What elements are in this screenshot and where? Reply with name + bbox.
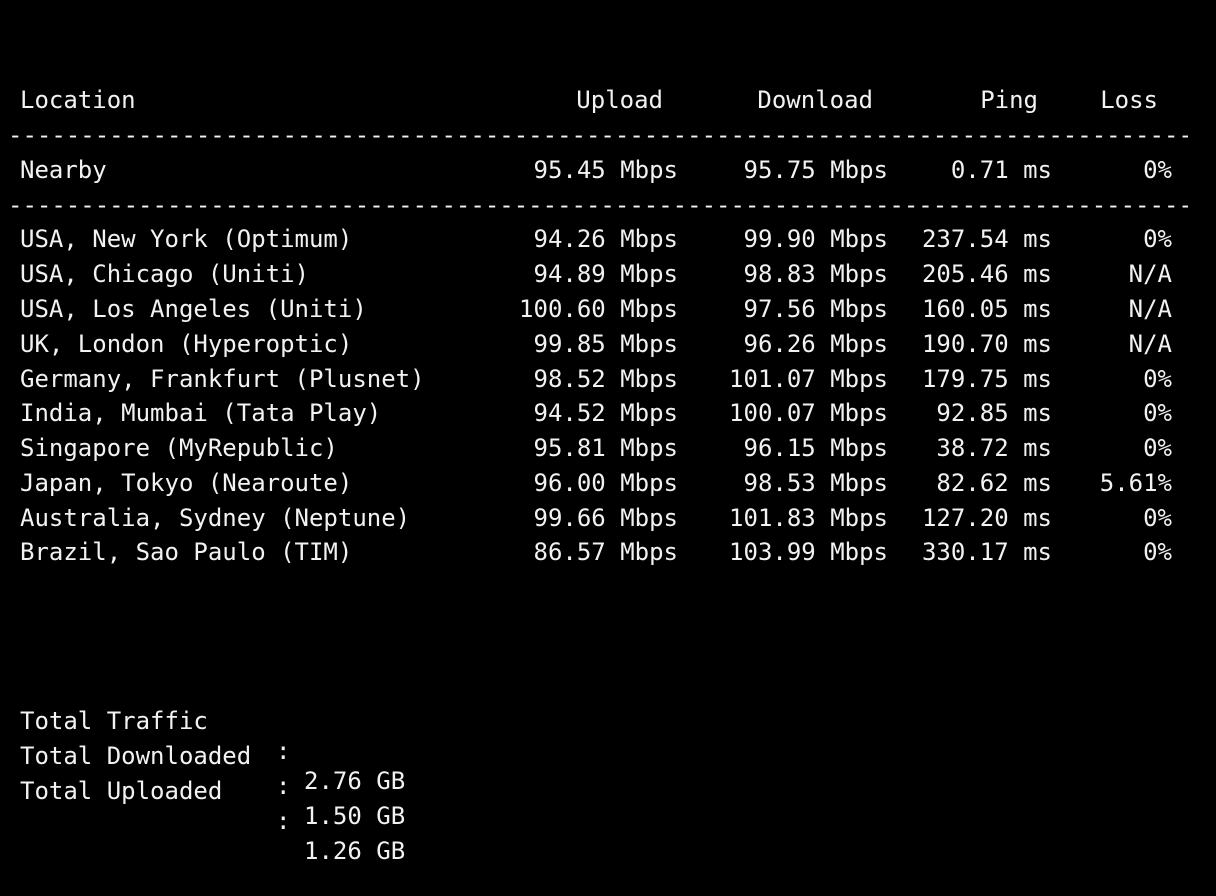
divider-top: ----------------------------------------… — [8, 121, 1188, 149]
table-row: Germany, Frankfurt (Plusnet) 98.52 Mbps … — [0, 364, 1216, 394]
summary-total-downloaded: Total Downloaded : 1.50 GB — [20, 711, 405, 830]
table-header: Location Upload Download Ping Loss — [0, 85, 1216, 115]
table-row: Brazil, Sao Paulo (TIM) 86.57 Mbps 103.9… — [0, 537, 1216, 567]
row-download: 100.07 Mbps — [729, 399, 888, 427]
row-upload: 100.60 Mbps — [519, 295, 678, 323]
row-download: 98.83 Mbps — [743, 260, 889, 288]
nearby-location: Nearby — [20, 156, 107, 184]
summary-total-traffic: Total Traffic : 2.76 GB — [20, 676, 405, 795]
row-download: 103.99 Mbps — [729, 538, 888, 566]
row-loss: 0% — [1143, 538, 1172, 566]
row-loss: 0% — [1143, 504, 1172, 532]
row-ping: 205.46 ms — [921, 260, 1052, 288]
row-loss: N/A — [1128, 330, 1172, 358]
total-uploaded-value: 1.26 GB — [304, 837, 406, 865]
summary-separator: : — [276, 772, 291, 800]
nearby-loss: 0% — [1143, 156, 1172, 184]
row-upload: 94.26 Mbps — [533, 225, 679, 253]
table-row: Japan, Tokyo (Nearoute) 96.00 Mbps 98.53… — [0, 468, 1216, 498]
row-ping: 38.72 ms — [936, 434, 1052, 462]
row-location: USA, Chicago (Uniti) — [20, 260, 309, 288]
row-upload: 99.85 Mbps — [533, 330, 679, 358]
row-location: UK, London (Hyperoptic) — [20, 330, 353, 358]
row-download: 99.90 Mbps — [743, 225, 889, 253]
row-upload: 94.89 Mbps — [533, 260, 679, 288]
row-ping: 237.54 ms — [921, 225, 1052, 253]
row-location: Australia, Sydney (Neptune) — [20, 504, 411, 532]
row-location: Singapore (MyRepublic) — [20, 434, 338, 462]
row-upload: 99.66 Mbps — [533, 504, 679, 532]
row-loss: N/A — [1128, 260, 1172, 288]
row-download: 98.53 Mbps — [743, 469, 889, 497]
row-upload: 96.00 Mbps — [533, 469, 679, 497]
terminal-output: Location Upload Download Ping Loss -----… — [0, 0, 1216, 865]
row-loss: 0% — [1143, 399, 1172, 427]
divider-middle: ----------------------------------------… — [8, 191, 1188, 219]
table-row: Australia, Sydney (Neptune) 99.66 Mbps 1… — [0, 503, 1216, 533]
total-uploaded-label: Total Uploaded — [20, 777, 223, 805]
row-location: Japan, Tokyo (Nearoute) — [20, 469, 353, 497]
row-ping: 160.05 ms — [921, 295, 1052, 323]
summary-separator: : — [276, 807, 291, 835]
summary-total-uploaded: Total Uploaded : 1.26 GB — [20, 746, 405, 865]
header-download: Download — [757, 86, 873, 114]
row-ping: 92.85 ms — [936, 399, 1052, 427]
row-ping: 179.75 ms — [921, 365, 1052, 393]
row-upload: 95.81 Mbps — [533, 434, 679, 462]
row-download: 101.07 Mbps — [729, 365, 888, 393]
nearby-ping: 0.71 ms — [950, 156, 1052, 184]
row-ping: 330.17 ms — [921, 538, 1052, 566]
row-location: USA, Los Angeles (Uniti) — [20, 295, 367, 323]
row-download: 97.56 Mbps — [743, 295, 889, 323]
header-upload: Upload — [576, 86, 663, 114]
row-upload: 86.57 Mbps — [533, 538, 679, 566]
row-loss: 0% — [1143, 225, 1172, 253]
nearby-upload: 95.45 Mbps — [533, 156, 679, 184]
row-ping: 190.70 ms — [921, 330, 1052, 358]
row-location: India, Mumbai (Tata Play) — [20, 399, 382, 427]
row-loss: N/A — [1128, 295, 1172, 323]
table-row: India, Mumbai (Tata Play) 94.52 Mbps 100… — [0, 398, 1216, 428]
row-loss: 0% — [1143, 434, 1172, 462]
table-row: USA, Los Angeles (Uniti) 100.60 Mbps 97.… — [0, 294, 1216, 324]
row-location: Germany, Frankfurt (Plusnet) — [20, 365, 425, 393]
row-download: 96.26 Mbps — [743, 330, 889, 358]
total-traffic-value: 2.76 GB — [304, 767, 406, 795]
row-loss: 5.61% — [1099, 469, 1172, 497]
total-downloaded-value: 1.50 GB — [304, 802, 406, 830]
table-row: USA, Chicago (Uniti) 94.89 Mbps 98.83 Mb… — [0, 259, 1216, 289]
nearby-row: Nearby 95.45 Mbps 95.75 Mbps 0.71 ms 0% — [0, 155, 1216, 185]
row-download: 101.83 Mbps — [729, 504, 888, 532]
row-location: Brazil, Sao Paulo (TIM) — [20, 538, 353, 566]
row-loss: 0% — [1143, 365, 1172, 393]
table-row: USA, New York (Optimum) 94.26 Mbps 99.90… — [0, 224, 1216, 254]
row-ping: 127.20 ms — [921, 504, 1052, 532]
row-download: 96.15 Mbps — [743, 434, 889, 462]
header-location: Location — [20, 86, 136, 114]
header-loss: Loss — [1100, 86, 1158, 114]
table-row: UK, London (Hyperoptic) 99.85 Mbps 96.26… — [0, 329, 1216, 359]
header-ping: Ping — [980, 86, 1038, 114]
row-upload: 98.52 Mbps — [533, 365, 679, 393]
row-ping: 82.62 ms — [936, 469, 1052, 497]
nearby-download: 95.75 Mbps — [743, 156, 889, 184]
table-row: Singapore (MyRepublic) 95.81 Mbps 96.15 … — [0, 433, 1216, 463]
row-upload: 94.52 Mbps — [533, 399, 679, 427]
summary-separator: : — [276, 737, 291, 765]
row-location: USA, New York (Optimum) — [20, 225, 353, 253]
